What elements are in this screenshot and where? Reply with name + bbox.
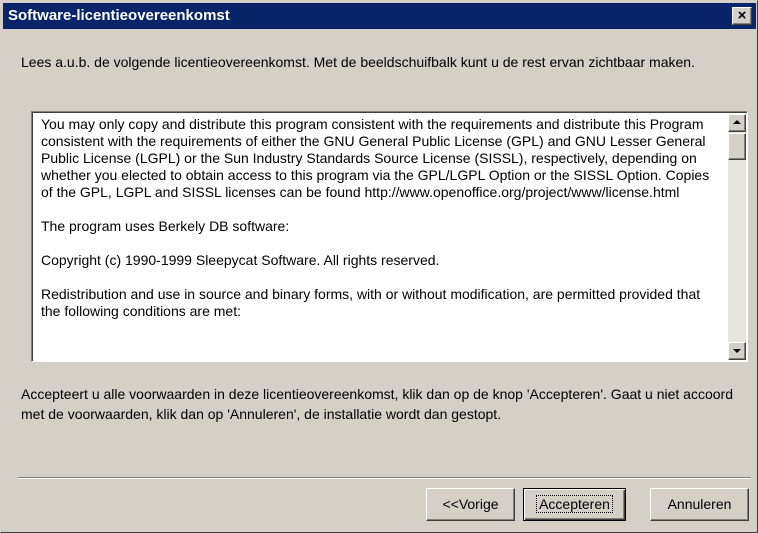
license-paragraph: Copyright (c) 1990-1999 Sleepycat Softwa… — [41, 252, 440, 268]
accept-button-label: Accepteren — [536, 495, 613, 513]
license-paragraph: The program uses Berkely DB software: — [41, 218, 290, 234]
arrow-up-icon — [733, 120, 741, 124]
scroll-thumb[interactable] — [728, 133, 746, 160]
close-button[interactable]: × — [732, 7, 752, 25]
license-dialog: Software-licentieovereenkomst × Lees a.u… — [0, 0, 758, 533]
scroll-up-button[interactable] — [728, 114, 746, 132]
license-textbox[interactable]: You may only copy and distribute this pr… — [31, 111, 748, 362]
cancel-button[interactable]: Annuleren — [650, 488, 749, 521]
title-bar[interactable]: Software-licentieovereenkomst × — [3, 3, 756, 29]
accept-button[interactable]: Accepteren — [523, 488, 626, 521]
arrow-down-icon — [733, 349, 741, 353]
intro-text: Lees a.u.b. de volgende licentieovereenk… — [21, 54, 695, 70]
license-text: You may only copy and distribute this pr… — [41, 116, 721, 337]
license-paragraph: You may only copy and distribute this pr… — [41, 116, 710, 200]
accept-question-text: Accepteert u alle voorwaarden in deze li… — [21, 386, 733, 422]
previous-button[interactable]: <<Vorige — [426, 488, 515, 521]
dialog-title: Software-licentieovereenkomst — [8, 7, 230, 24]
scroll-down-button[interactable] — [728, 342, 746, 360]
close-icon: × — [737, 7, 747, 24]
vertical-scrollbar[interactable] — [728, 114, 746, 360]
separator — [18, 477, 751, 479]
license-paragraph: Redistribution and use in source and bin… — [41, 286, 701, 319]
